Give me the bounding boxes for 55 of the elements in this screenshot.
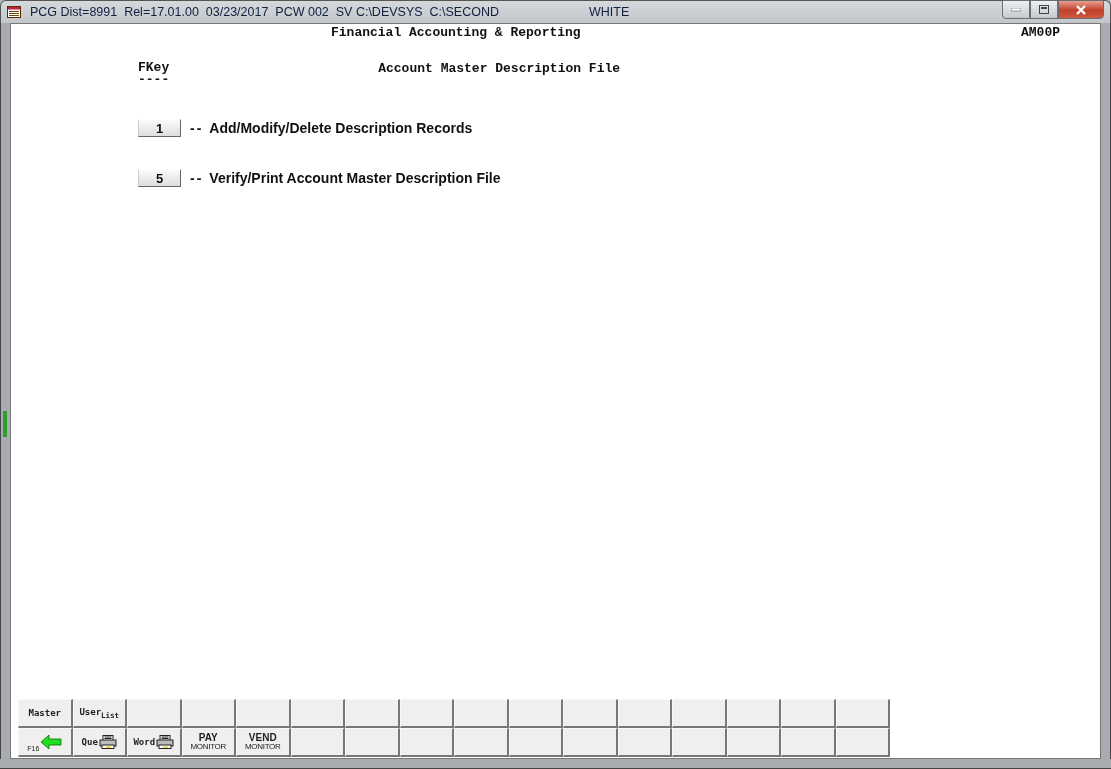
toolbar-button[interactable] (835, 728, 890, 757)
left-arrow-icon (40, 734, 63, 750)
option-label: Add/Modify/Delete Description Records (209, 120, 473, 136)
toolbar-button[interactable] (781, 728, 836, 757)
window-icon (7, 6, 21, 18)
separator-dashes: -- (190, 170, 204, 186)
toolbar-button[interactable] (672, 728, 727, 757)
maximize-icon (1039, 5, 1049, 14)
toolbar-button[interactable] (563, 728, 618, 757)
toolbar-button[interactable]: Master (18, 699, 73, 728)
toolbar-button[interactable] (290, 728, 345, 757)
toolbar-button[interactable] (781, 699, 836, 728)
printer-icon (98, 735, 117, 749)
toolbar-button[interactable] (345, 728, 400, 757)
window-title: PCG Dist=8991 Rel=17.01.00 03/23/2017 PCW 002 SV C:\DEVSYS C:\SECOND (30, 5, 499, 19)
toolbar-button[interactable] (508, 728, 563, 757)
toolbar-button[interactable]: VEND MONITOR (236, 728, 291, 757)
fkey-button[interactable]: 5 (138, 169, 181, 187)
toolbar-button[interactable]: Word (127, 728, 182, 757)
toolbar-button[interactable] (345, 699, 400, 728)
toolbar-button[interactable] (236, 699, 291, 728)
toolbar-button[interactable] (726, 728, 781, 757)
toolbar-button[interactable] (508, 699, 563, 728)
toolbar-button[interactable] (726, 699, 781, 728)
toolbar-button[interactable] (399, 699, 454, 728)
toolbar-button[interactable] (181, 699, 236, 728)
toolbar-button[interactable] (617, 699, 672, 728)
toolbar-button[interactable] (672, 699, 727, 728)
toolbar-button[interactable] (454, 699, 509, 728)
maximize-button[interactable] (1030, 0, 1058, 19)
toolbar-button[interactable] (835, 699, 890, 728)
toolbar-button[interactable] (563, 699, 618, 728)
menu-title: Account Master Description File (378, 61, 621, 78)
toolbar-button[interactable]: PAY MONITOR (181, 728, 236, 757)
fkey-button[interactable]: 1 (138, 119, 181, 137)
printer-icon (156, 735, 175, 749)
minimize-icon (1011, 7, 1021, 12)
toolbar-button[interactable] (127, 699, 182, 728)
program-id: AM00P (1021, 24, 1060, 40)
minimize-button[interactable] (1002, 0, 1030, 19)
toolbar-button[interactable] (290, 699, 345, 728)
screen-title: Financial Accounting & Reporting (331, 24, 581, 40)
toolbar-button[interactable] (454, 728, 509, 757)
status-marker (3, 411, 7, 437)
toolbar-button[interactable] (399, 728, 454, 757)
toolbar-button[interactable] (617, 728, 672, 757)
separator-dashes: -- (190, 120, 204, 136)
option-label: Verify/Print Account Master Description File (209, 170, 501, 186)
close-icon (1075, 4, 1087, 15)
fkey-rule: ---- (138, 75, 170, 85)
user-name: WHITE (589, 5, 630, 19)
toolbar-button[interactable]: User$_{List}$ (72, 699, 127, 728)
close-button[interactable] (1058, 0, 1104, 19)
fkey-heading: FKey (138, 61, 170, 75)
toolbar-button[interactable]: Que (72, 728, 127, 757)
